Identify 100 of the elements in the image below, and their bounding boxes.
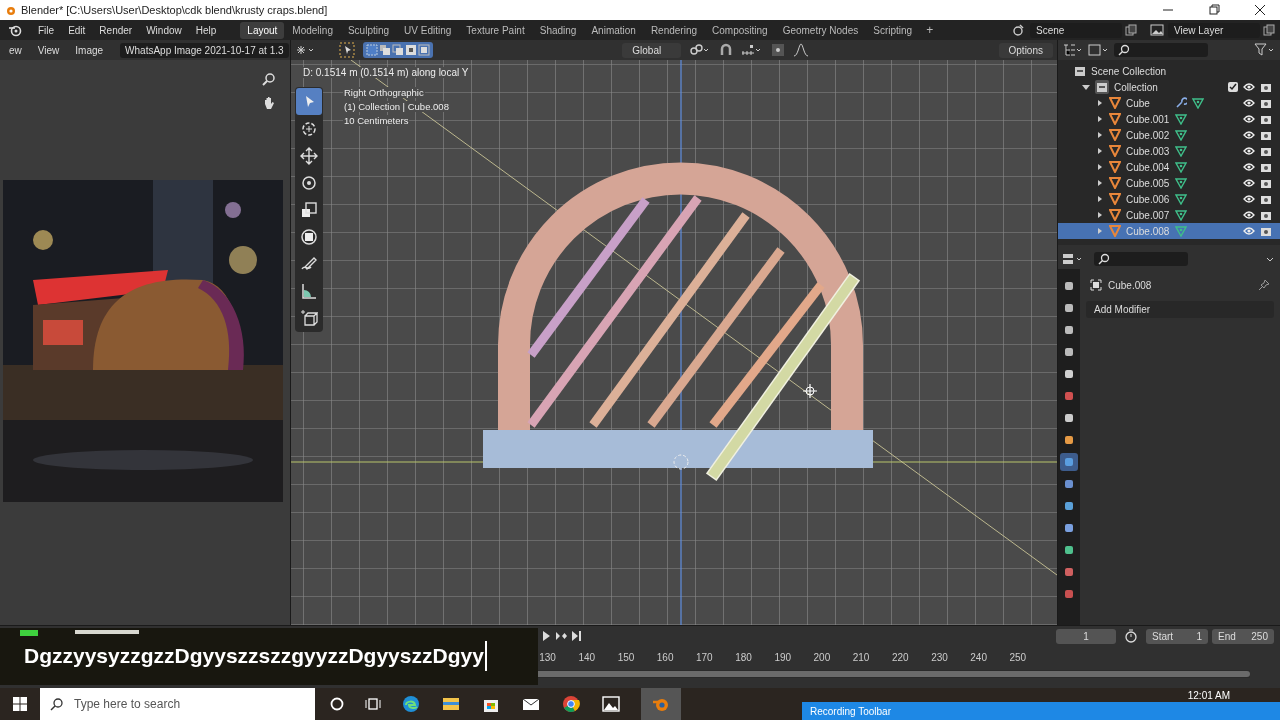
selection-mode-icon[interactable]: [418, 44, 430, 56]
copy-icon[interactable]: [1124, 23, 1138, 37]
falloff-curve-icon[interactable]: [793, 43, 810, 57]
camera-icon[interactable]: [1260, 97, 1272, 109]
camera-icon[interactable]: [1260, 161, 1272, 173]
workspace-tab[interactable]: Geometry Nodes: [775, 21, 866, 39]
workspace-tab[interactable]: Shading: [532, 21, 584, 39]
taskbar-search-bar[interactable]: Type here to search: [40, 688, 315, 720]
workspace-tab[interactable]: Rendering: [643, 21, 705, 39]
outliner-row[interactable]: Cube.008: [1058, 223, 1280, 239]
wrench-icon[interactable]: [1175, 97, 1187, 109]
eye-icon[interactable]: [1243, 210, 1255, 220]
expand-arrow-icon[interactable]: [1082, 83, 1090, 91]
options-dropdown[interactable]: Options: [998, 42, 1053, 58]
workspace-tab[interactable]: Scripting: [866, 21, 920, 39]
current-frame-field[interactable]: 1: [1056, 628, 1116, 644]
view-layer-field[interactable]: View Layer: [1168, 22, 1260, 38]
workspace-tab[interactable]: UV Editing: [397, 21, 459, 39]
orientation-dropdown[interactable]: Global: [622, 42, 682, 58]
end-frame-field[interactable]: End 250: [1212, 628, 1274, 644]
play-icon[interactable]: [540, 630, 552, 642]
pin-icon[interactable]: [1258, 279, 1270, 291]
workspace-tab[interactable]: Texture Paint: [459, 21, 532, 39]
camera-icon[interactable]: [1260, 129, 1272, 141]
image-icon[interactable]: [1150, 23, 1166, 37]
menu-item[interactable]: File: [32, 22, 61, 38]
filter-icon[interactable]: [1254, 43, 1276, 57]
camera-icon[interactable]: [1260, 209, 1272, 221]
workspace-tab[interactable]: Animation: [584, 21, 643, 39]
circle-icon[interactable]: [329, 696, 345, 712]
round-browser-icon[interactable]: [561, 694, 581, 714]
photo-icon[interactable]: [601, 694, 621, 714]
eye-icon[interactable]: [1243, 130, 1255, 140]
eye-icon[interactable]: [1243, 194, 1255, 204]
outliner-display-icon[interactable]: [1062, 43, 1084, 57]
menu-item[interactable]: Image: [70, 44, 109, 56]
workspace-tab[interactable]: Modeling: [285, 21, 340, 39]
outliner-row[interactable]: Cube.004: [1058, 159, 1280, 175]
frame-number: 160: [655, 651, 675, 663]
workspace-tab[interactable]: Sculpting: [340, 21, 397, 39]
next-keyframe-icon[interactable]: [555, 630, 567, 642]
proportional-editing-icon[interactable]: [771, 43, 786, 57]
outliner-row[interactable]: Cube.003: [1058, 143, 1280, 159]
eye-icon[interactable]: [1243, 146, 1255, 156]
browser-icon[interactable]: [401, 694, 421, 714]
eye-icon[interactable]: [1243, 82, 1255, 92]
magnet-icon[interactable]: [719, 43, 734, 57]
add-workspace-button[interactable]: +: [920, 21, 940, 39]
workspace-tab[interactable]: Layout: [240, 21, 285, 39]
taskbar-app-button[interactable]: [641, 688, 681, 720]
image-icon[interactable]: [1088, 43, 1110, 57]
add-modifier-dropdown[interactable]: Add Modifier: [1086, 301, 1274, 318]
outliner-row[interactable]: Cube.002: [1058, 127, 1280, 143]
editor-type-icon[interactable]: [1062, 252, 1084, 266]
search-input[interactable]: Type here to search: [72, 696, 296, 712]
menu-item[interactable]: View: [32, 44, 65, 56]
menu-item[interactable]: Render: [93, 22, 139, 38]
camera-icon[interactable]: [1260, 145, 1272, 157]
scene-field[interactable]: Scene: [1030, 22, 1122, 38]
menu-item[interactable]: Edit: [62, 22, 92, 38]
search-icon: [1098, 253, 1110, 265]
task-view-icon[interactable]: [365, 696, 381, 712]
camera-icon[interactable]: [1260, 193, 1272, 205]
outliner-row[interactable]: Cube.005: [1058, 175, 1280, 191]
eye-icon[interactable]: [1243, 178, 1255, 188]
close-icon[interactable]: [1254, 4, 1266, 16]
menu-item[interactable]: Window: [140, 22, 188, 38]
outliner-row[interactable]: Cube.001: [1058, 111, 1280, 127]
outliner-row[interactable]: Cube: [1058, 95, 1280, 111]
selection-mode-icon[interactable]: [379, 44, 391, 56]
image-name-field[interactable]: WhatsApp Image 2021-10-17 at 1.3: [120, 42, 289, 58]
copy-icon[interactable]: [1262, 23, 1276, 37]
camera-icon[interactable]: [1260, 81, 1272, 93]
windows-start-icon[interactable]: [12, 696, 28, 712]
camera-icon[interactable]: [1260, 225, 1272, 237]
outliner-item[interactable]: Scene Collection: [1091, 65, 1167, 77]
search-field[interactable]: [1094, 252, 1188, 266]
selection-mode-icon[interactable]: [392, 44, 404, 56]
exclude-checkbox[interactable]: [1228, 82, 1238, 92]
select-tool-icon[interactable]: [339, 42, 355, 58]
eye-icon[interactable]: [1243, 114, 1255, 124]
hand-icon[interactable]: [262, 96, 276, 110]
outliner-item[interactable]: Collection: [1114, 81, 1158, 93]
zoom-icon[interactable]: [262, 72, 276, 86]
eye-icon[interactable]: [1243, 98, 1255, 108]
camera-icon[interactable]: [1260, 177, 1272, 189]
menu-item[interactable]: ew: [4, 44, 27, 56]
outliner-row[interactable]: Cube.006: [1058, 191, 1280, 207]
menu-item[interactable]: Help: [189, 22, 223, 38]
workspace-tab[interactable]: Compositing: [705, 21, 775, 39]
blender-logo-icon[interactable]: [8, 23, 22, 37]
search-field[interactable]: [1114, 43, 1208, 57]
stopwatch-icon[interactable]: [1124, 629, 1138, 643]
eye-icon[interactable]: [1243, 162, 1255, 172]
maximize-icon[interactable]: [1208, 4, 1220, 16]
camera-icon[interactable]: [1260, 113, 1272, 125]
selection-mode-icon[interactable]: [405, 44, 417, 56]
start-frame-field[interactable]: Start 1: [1146, 628, 1208, 644]
jump-end-icon[interactable]: [570, 630, 582, 642]
outliner-row[interactable]: Cube.007: [1058, 207, 1280, 223]
